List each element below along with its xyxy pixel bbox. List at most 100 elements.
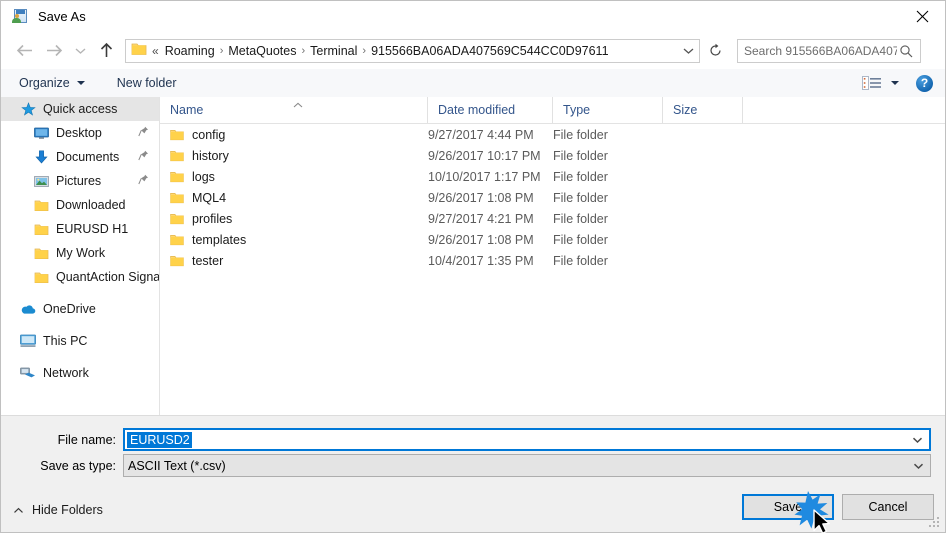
folder-icon xyxy=(32,197,50,213)
folder-icon xyxy=(131,42,147,59)
save-button-label: Save xyxy=(773,500,803,514)
filename-dropdown-button[interactable] xyxy=(905,430,929,449)
filename-label: File name: xyxy=(57,432,116,447)
table-row[interactable]: history 9/26/2017 10:17 PM File folder xyxy=(160,145,945,166)
sidebar-item-downloaded[interactable]: Downloaded xyxy=(1,193,159,217)
search-icon xyxy=(897,44,920,58)
folder-icon xyxy=(170,213,184,225)
sidebar-item-desktop[interactable]: Desktop xyxy=(1,121,159,145)
breadcrumb-item-2[interactable]: Terminal xyxy=(307,44,360,58)
pin-icon[interactable] xyxy=(138,174,149,188)
file-name-label: config xyxy=(192,127,226,142)
folder-icon xyxy=(32,269,50,285)
new-folder-button[interactable]: New folder xyxy=(109,72,185,94)
pin-icon[interactable] xyxy=(138,150,149,164)
sidebar-item-label: Downloaded xyxy=(56,198,126,212)
table-row[interactable]: templates 9/26/2017 1:08 PM File folder xyxy=(160,229,945,250)
refresh-icon xyxy=(709,43,721,56)
column-header-size[interactable]: Size xyxy=(663,97,743,123)
sidebar-item-label: Pictures xyxy=(56,174,102,188)
sidebar-item-label: QuantAction Signal xyxy=(56,270,160,284)
save-as-dialog: Save As « Roaming › MetaQuotes › Termina… xyxy=(0,0,946,534)
file-name-cell: history xyxy=(160,149,428,163)
refresh-button[interactable] xyxy=(703,39,727,63)
sidebar-item-label: OneDrive xyxy=(43,302,96,316)
save-button[interactable]: Save xyxy=(742,494,834,520)
filename-input[interactable]: EURUSD2 xyxy=(123,428,931,451)
column-header-date-label: Date modified xyxy=(438,103,516,117)
cancel-button-label: Cancel xyxy=(868,500,908,514)
sidebar-item-label: Quick access xyxy=(43,102,118,116)
sidebar-item-label: This PC xyxy=(43,334,88,348)
sidebar-item-label: Network xyxy=(43,366,89,380)
breadcrumb-separator-2[interactable]: › xyxy=(360,45,368,57)
filename-row: File name: EURUSD2 xyxy=(1,428,945,451)
view-options-icon[interactable] xyxy=(862,76,882,90)
sidebar-item-onedrive[interactable]: OneDrive xyxy=(1,297,159,321)
table-row[interactable]: MQL4 9/26/2017 1:08 PM File folder xyxy=(160,187,945,208)
breadcrumb-separator-1[interactable]: › xyxy=(299,45,307,57)
address-bar[interactable]: « Roaming › MetaQuotes › Terminal › 9155… xyxy=(125,38,700,63)
help-icon[interactable]: ? xyxy=(916,74,933,92)
chevron-down-icon xyxy=(683,48,693,54)
file-date-cell: 10/10/2017 1:17 PM xyxy=(428,169,541,184)
column-header-type-label: Type xyxy=(563,103,591,117)
breadcrumb-separator-0[interactable]: › xyxy=(218,45,226,57)
search-input[interactable] xyxy=(738,40,897,61)
breadcrumb-item-3[interactable]: 915566BA06ADA407569C544CC0D97611 xyxy=(368,44,611,58)
file-date-cell: 9/27/2017 4:44 PM xyxy=(428,127,534,142)
table-row[interactable]: logs 10/10/2017 1:17 PM File folder xyxy=(160,166,945,187)
column-header-name[interactable]: Name xyxy=(160,97,428,123)
back-button[interactable] xyxy=(9,37,39,65)
recent-locations-button[interactable] xyxy=(69,37,91,65)
breadcrumb-item-1[interactable]: MetaQuotes xyxy=(225,44,299,58)
savetype-label: Save as type: xyxy=(40,458,116,473)
chevron-down-icon xyxy=(76,81,85,85)
table-row[interactable]: profiles 9/27/2017 4:21 PM File folder xyxy=(160,208,945,229)
sidebar-item-quantaction-signal[interactable]: QuantAction Signal xyxy=(1,265,159,289)
up-button[interactable] xyxy=(91,37,121,65)
file-type-cell: File folder xyxy=(553,148,608,163)
table-row[interactable]: tester 10/4/2017 1:35 PM File folder xyxy=(160,250,945,271)
column-header-date-modified[interactable]: Date modified xyxy=(428,97,553,123)
sidebar-item-documents[interactable]: Documents xyxy=(1,145,159,169)
column-header-type[interactable]: Type xyxy=(553,97,663,123)
breadcrumb-overflow[interactable]: « xyxy=(147,44,162,58)
desktop-icon xyxy=(32,125,50,141)
file-name-cell: profiles xyxy=(160,212,428,226)
sidebar-item-network[interactable]: Network xyxy=(1,361,159,385)
sidebar-item-eurusd-h1[interactable]: EURUSD H1 xyxy=(1,217,159,241)
file-name-cell: templates xyxy=(160,233,428,247)
folder-icon xyxy=(170,192,184,204)
view-options-chevron-down-icon[interactable] xyxy=(891,81,899,85)
file-type-cell: File folder xyxy=(553,169,608,184)
breadcrumb-item-0[interactable]: Roaming xyxy=(162,44,218,58)
savetype-select[interactable]: ASCII Text (*.csv) xyxy=(123,454,931,477)
toolbar-right-group: ? xyxy=(862,74,933,92)
close-button[interactable] xyxy=(899,1,945,32)
window-title: Save As xyxy=(38,9,86,24)
organize-button[interactable]: Organize xyxy=(11,72,93,94)
sidebar-item-this-pc[interactable]: This PC xyxy=(1,329,159,353)
title-bar: Save As xyxy=(1,1,945,32)
address-dropdown-button[interactable] xyxy=(677,40,699,62)
forward-button[interactable] xyxy=(39,37,69,65)
savetype-value: ASCII Text (*.csv) xyxy=(128,458,226,473)
filename-value: EURUSD2 xyxy=(127,431,192,448)
table-row[interactable]: config 9/27/2017 4:44 PM File folder xyxy=(160,124,945,145)
cancel-button[interactable]: Cancel xyxy=(842,494,934,520)
pin-icon[interactable] xyxy=(138,126,149,140)
savetype-dropdown-button[interactable] xyxy=(906,455,930,476)
sidebar-item-quick-access[interactable]: Quick access xyxy=(1,97,159,121)
file-name-label: logs xyxy=(192,169,215,184)
star-icon xyxy=(19,101,37,117)
close-icon xyxy=(916,10,928,23)
search-box[interactable] xyxy=(737,38,921,63)
sidebar-item-my-work[interactable]: My Work xyxy=(1,241,159,265)
sidebar-item-pictures[interactable]: Pictures xyxy=(1,169,159,193)
command-toolbar: Organize New folder ? xyxy=(1,69,945,98)
hide-folders-button[interactable]: Hide Folders xyxy=(13,503,103,517)
